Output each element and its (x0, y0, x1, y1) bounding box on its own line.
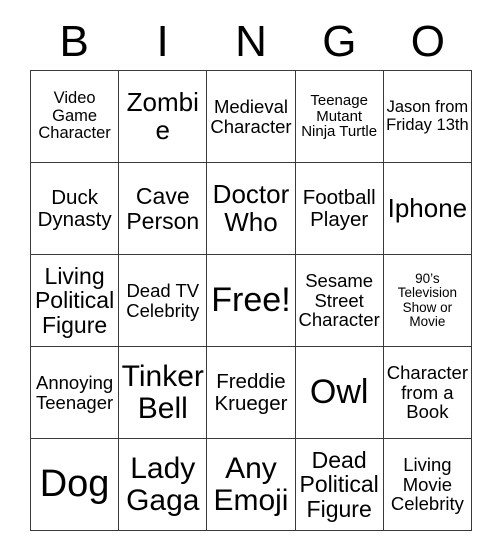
bingo-cell[interactable]: Character from a Book (382, 346, 473, 439)
bingo-header-letter-o: O (410, 17, 445, 66)
bingo-cell[interactable]: Living Movie Celebrity (382, 438, 473, 531)
bingo-cell[interactable]: Football Player (294, 162, 384, 255)
bingo-cell[interactable]: Sesame Street Character (294, 254, 384, 347)
bingo-header-letter-b: B (59, 17, 89, 66)
bingo-cell[interactable]: Freddie Krueger (206, 346, 296, 439)
bingo-header-letter-n: N (235, 17, 267, 66)
bingo-cell[interactable]: Owl (294, 346, 384, 439)
bingo-cell[interactable]: Tinker Bell (118, 346, 208, 439)
bingo-cell[interactable]: Annoying Teenager (29, 346, 120, 439)
bingo-header-letter-g: G (322, 17, 357, 66)
bingo-cell[interactable]: Duck Dynasty (29, 162, 120, 255)
bingo-cell[interactable]: Any Emoji (206, 438, 296, 531)
bingo-cell[interactable]: Dead Political Figure (294, 438, 384, 531)
bingo-cell[interactable]: Living Political Figure (29, 254, 120, 347)
bingo-row: Annoying Teenager Tinker Bell Freddie Kr… (29, 346, 473, 439)
bingo-cell[interactable]: Dog (29, 438, 120, 531)
bingo-row: Dog Lady Gaga Any Emoji Dead Political F… (29, 438, 473, 531)
bingo-cell[interactable]: Dead TV Celebrity (118, 254, 208, 347)
bingo-grid: Video Game Character Zombie Medieval Cha… (29, 70, 473, 531)
bingo-card: B I N G O Video Game Character Zombie Me… (29, 14, 473, 531)
bingo-cell[interactable]: Jason from Friday 13th (382, 70, 473, 163)
bingo-header: B I N G O (30, 14, 472, 70)
bingo-header-letter-i: I (156, 17, 169, 66)
bingo-cell[interactable]: 90’s Television Show or Movie (382, 254, 473, 347)
bingo-cell[interactable]: Lady Gaga (118, 438, 208, 531)
bingo-cell[interactable]: Cave Person (118, 162, 208, 255)
bingo-cell[interactable]: Teenage Mutant Ninja Turtle (294, 70, 384, 163)
bingo-cell[interactable]: Iphone (382, 162, 473, 255)
bingo-cell-free[interactable]: Free! (206, 254, 296, 347)
bingo-row: Living Political Figure Dead TV Celebrit… (29, 254, 473, 347)
bingo-cell[interactable]: Medieval Character (206, 70, 296, 163)
bingo-row: Video Game Character Zombie Medieval Cha… (29, 70, 473, 163)
bingo-cell[interactable]: Video Game Character (29, 70, 120, 163)
bingo-row: Duck Dynasty Cave Person Doctor Who Foot… (29, 162, 473, 255)
bingo-cell[interactable]: Zombie (118, 70, 208, 163)
bingo-cell[interactable]: Doctor Who (206, 162, 296, 255)
